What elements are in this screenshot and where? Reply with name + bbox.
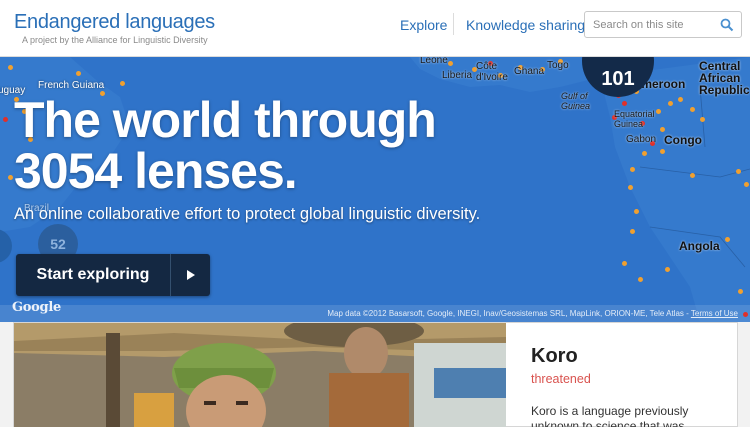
featured-section: Koro threatened Koro is a language previ… [0, 322, 750, 427]
language-dot[interactable] [622, 101, 627, 106]
google-logo[interactable]: Google [12, 300, 61, 315]
language-dot[interactable] [690, 107, 695, 112]
language-dot[interactable] [120, 81, 125, 86]
map-label-leone: Leone [420, 57, 448, 66]
hero-title-line-2: 3054 lenses. [14, 143, 298, 199]
language-photo[interactable] [14, 323, 506, 427]
map-label-ghana: Ghana [514, 66, 545, 77]
endangerment-status: threatened [531, 372, 591, 386]
speaker-photo-image [14, 323, 506, 427]
language-dot[interactable] [448, 61, 453, 66]
map-label-gabon: Gabon [626, 134, 657, 145]
nav-explore[interactable]: Explore [400, 15, 447, 35]
site-subtitle: A project by the Alliance for Linguistic… [22, 35, 208, 45]
language-dot[interactable] [622, 261, 627, 266]
start-exploring-button[interactable]: Start exploring [16, 254, 210, 296]
language-dot[interactable] [3, 117, 8, 122]
cluster-count: 101 [601, 68, 635, 90]
language-dot[interactable] [638, 277, 643, 282]
map-label-equatorial-guinea: Equatorial Guinea [614, 109, 655, 129]
map-label-liberia: Liberia [442, 70, 473, 81]
language-dot[interactable] [76, 71, 81, 76]
nav-link-knowledge-sharing[interactable]: Knowledge sharing [466, 17, 585, 33]
map-label-angola: Angola [679, 239, 720, 253]
language-dot[interactable] [736, 169, 741, 174]
map-label-gulf-of-guinea: Gulf of Guinea [561, 91, 591, 111]
language-dot[interactable] [700, 117, 705, 122]
nav-knowledge-sharing[interactable]: Knowledge sharing [466, 15, 585, 35]
language-dot[interactable] [725, 237, 730, 242]
map-label-togo: Togo [547, 60, 569, 71]
start-exploring-label[interactable]: Start exploring [16, 254, 170, 296]
site-header: Endangered languages A project by the Al… [0, 0, 750, 57]
map-attribution: Map data ©2012 Basarsoft, Google, INEGI,… [327, 309, 738, 318]
language-dot[interactable] [690, 173, 695, 178]
hero-title-line-1: The world through [14, 92, 437, 148]
language-dot[interactable] [8, 175, 13, 180]
play-arrow-icon[interactable] [171, 254, 210, 296]
nav-link-explore[interactable]: Explore [400, 17, 447, 33]
language-dot[interactable] [656, 109, 661, 114]
nav-divider [453, 13, 454, 35]
map-label-congo: Congo [664, 133, 702, 147]
language-dot[interactable] [738, 289, 743, 294]
language-dot[interactable] [660, 127, 665, 132]
language-dot[interactable] [642, 151, 647, 156]
language-card[interactable]: Koro threatened Koro is a language previ… [13, 322, 738, 427]
language-dot[interactable] [630, 229, 635, 234]
language-map[interactable]: uguay French Guiana Leone Liberia Côte d… [0, 57, 750, 322]
language-dot[interactable] [8, 65, 13, 70]
language-dot[interactable] [743, 312, 748, 317]
language-dot[interactable] [660, 149, 665, 154]
cluster-count: 52 [50, 236, 66, 252]
language-dot[interactable] [630, 167, 635, 172]
terms-of-use-link[interactable]: Terms of Use [691, 309, 738, 318]
map-label-cote-divoire: Côte d'Ivoire [476, 61, 508, 83]
language-name[interactable]: Koro [531, 345, 731, 368]
map-attribution-text: Map data ©2012 Basarsoft, Google, INEGI,… [327, 309, 691, 318]
site-title[interactable]: Endangered languages [14, 10, 215, 34]
search-box[interactable] [584, 11, 742, 38]
language-description: Koro is a language previously unknown to… [531, 404, 689, 427]
map-label-central-african-republic: Central African Republic [699, 59, 750, 97]
language-dot[interactable] [634, 209, 639, 214]
search-input[interactable] [585, 12, 710, 37]
language-dot[interactable] [665, 267, 670, 272]
hero-subtitle: An online collaborative effort to protec… [14, 205, 481, 223]
brand[interactable]: Endangered languages A project by the Al… [14, 10, 215, 46]
language-dot[interactable] [628, 185, 633, 190]
language-dot[interactable] [678, 97, 683, 102]
search-icon[interactable] [720, 18, 734, 32]
map-label-french-guiana: French Guiana [38, 80, 105, 91]
language-dot[interactable] [744, 182, 749, 187]
language-dot[interactable] [668, 101, 673, 106]
language-info: Koro threatened Koro is a language previ… [531, 345, 731, 427]
hero-title: The world through 3054 lenses. [14, 95, 534, 197]
